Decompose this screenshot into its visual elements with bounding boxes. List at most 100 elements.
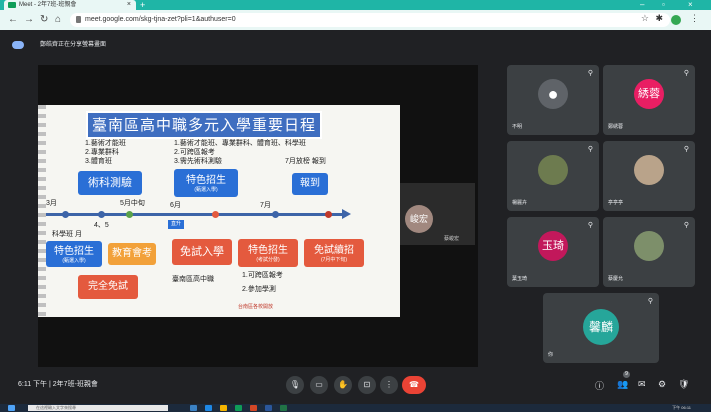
note-result: 7月放榜 報到 bbox=[285, 158, 326, 165]
chrome-icon[interactable] bbox=[235, 405, 242, 411]
participant-count-badge: 9 bbox=[623, 371, 630, 378]
participant-tile[interactable]: ⚲ 亭亭亭 bbox=[603, 141, 695, 211]
participant-name: 亭亭亭 bbox=[608, 200, 624, 206]
file-explorer-icon[interactable] bbox=[220, 405, 227, 411]
people-icon[interactable]: 👥 bbox=[617, 379, 628, 390]
activities-icon[interactable]: ⚙ bbox=[658, 379, 666, 390]
participant-photo-avatar bbox=[634, 231, 664, 261]
tab-meet[interactable]: Meet - 2年7班-班親會 × bbox=[4, 0, 136, 10]
end-call-icon[interactable]: ☎ bbox=[402, 376, 426, 394]
close-window-button[interactable]: × bbox=[688, 0, 693, 10]
bottom-note-a: 臺南區高中職 bbox=[172, 276, 214, 283]
self-avatar: 馨麟 bbox=[583, 309, 619, 345]
mic-icon[interactable]: 🎙 bbox=[286, 376, 304, 394]
participant-name: 不明 bbox=[512, 124, 523, 130]
arts-test-box: 術科測驗 bbox=[78, 171, 142, 195]
slide-title: 臺南區高中職多元入學重要日程表 bbox=[86, 111, 322, 158]
task-view-icon[interactable] bbox=[190, 405, 197, 411]
excel-icon[interactable] bbox=[280, 405, 287, 411]
meet-favicon-icon bbox=[8, 2, 16, 8]
host-controls-icon[interactable]: 🛡 bbox=[678, 379, 689, 390]
profile-avatar[interactable] bbox=[671, 15, 681, 25]
lock-icon bbox=[76, 16, 81, 23]
minimize-button[interactable]: – bbox=[640, 0, 644, 10]
meeting-time: 6:11 下午 | 2年7班-班親會 bbox=[18, 381, 98, 388]
direct-promotion-label: 直升 bbox=[168, 220, 185, 229]
month-7-label: 7月 bbox=[260, 202, 271, 209]
chat-icon[interactable]: ✉ bbox=[638, 379, 646, 390]
month-6-label: 6月 bbox=[170, 202, 181, 209]
maximize-button[interactable]: ▫ bbox=[662, 0, 665, 10]
participant-name: 葉玉琦 bbox=[512, 276, 528, 282]
participant-photo-avatar bbox=[538, 155, 568, 185]
meet-control-bar: 6:11 下午 | 2年7班-班親會 🎙 ▭ ✋ ⊡ ⋮ ☎ ⓘ 9 👥 ✉ ⚙… bbox=[0, 368, 711, 404]
info-icon[interactable]: ⓘ bbox=[595, 379, 604, 392]
participant-tile[interactable]: ⚲ 綉蓉 鄭綉蓉 bbox=[603, 65, 695, 135]
special-recruit-top-box: 特色招生 (甄選入學) bbox=[174, 169, 238, 197]
url-input[interactable]: meet.google.com/skg-tjna-zet?pli=1&authu… bbox=[70, 13, 670, 27]
windows-start-icon[interactable] bbox=[8, 405, 15, 411]
participant-avatar: 玉琦 bbox=[538, 231, 568, 261]
timeline-dot-april bbox=[98, 211, 105, 218]
bottom-small-note: 台南區各校開放 bbox=[238, 304, 274, 310]
pin-icon[interactable]: ⚲ bbox=[684, 145, 689, 153]
pin-icon[interactable]: ⚲ bbox=[588, 221, 593, 229]
education-exam-box: 教育會考 bbox=[108, 243, 156, 265]
speaker-name: 蔡峻宏 bbox=[444, 236, 460, 242]
taskbar-search-input[interactable]: 在這裡輸入文字來搜尋 bbox=[28, 405, 168, 411]
enroll-box: 報到 bbox=[292, 173, 328, 195]
timeline-axis bbox=[46, 213, 346, 216]
pin-icon[interactable]: ⚲ bbox=[648, 297, 653, 305]
timeline-dot-march bbox=[62, 211, 69, 218]
reload-icon[interactable]: ↻ bbox=[40, 13, 48, 27]
self-name: 你 bbox=[548, 352, 554, 358]
participant-tile[interactable]: ⚲ 蔡慶允 bbox=[603, 217, 695, 287]
word-icon[interactable] bbox=[265, 405, 272, 411]
new-tab-button[interactable]: + bbox=[140, 0, 145, 10]
edge-icon[interactable] bbox=[205, 405, 212, 411]
pin-icon[interactable]: ⚲ bbox=[588, 69, 593, 77]
free-continue-box: 免試續招 (7月中下旬) bbox=[304, 239, 364, 267]
timeline-arrow-icon bbox=[342, 209, 351, 219]
back-icon[interactable]: ← bbox=[8, 13, 18, 27]
month-45-label: 4、5 bbox=[94, 222, 109, 229]
default-avatar-icon: ● bbox=[538, 79, 568, 109]
home-icon[interactable]: ⌂ bbox=[55, 13, 61, 27]
tab-close-button[interactable]: × bbox=[127, 0, 131, 10]
raise-hand-icon[interactable]: ✋ bbox=[334, 376, 352, 394]
meet-top-bar: 鄭皓齊正在分享螢幕畫面 bbox=[0, 30, 711, 58]
participant-name: 蔡慶允 bbox=[608, 276, 624, 282]
pin-icon[interactable]: ⚲ bbox=[588, 145, 593, 153]
special-recruit-exam-box: 特色招生 (考試分發) bbox=[238, 239, 298, 267]
self-view-tile[interactable]: ⚲ 馨麟 你 bbox=[543, 293, 659, 363]
month-3-label: 3月 bbox=[46, 200, 57, 207]
note-top-left: 1.藝術才能班 2.專業群科 3.體育班 bbox=[85, 140, 126, 165]
url-text: meet.google.com/skg-tjna-zet?pli=1&authu… bbox=[85, 16, 236, 23]
speaker-avatar: 峻宏 bbox=[405, 205, 433, 233]
timeline-dot-may bbox=[126, 211, 133, 218]
bookmark-star-icon[interactable]: ☆ bbox=[641, 13, 649, 24]
browser-menu-icon[interactable]: ⋮ bbox=[690, 13, 699, 24]
forward-icon[interactable]: → bbox=[24, 13, 34, 27]
pin-icon[interactable]: ⚲ bbox=[684, 69, 689, 77]
presenting-indicator-icon bbox=[12, 41, 24, 49]
timeline-dot-july bbox=[272, 211, 279, 218]
participant-name: 鄭綉蓉 bbox=[608, 124, 624, 130]
camera-icon[interactable]: ▭ bbox=[310, 376, 328, 394]
more-options-icon[interactable]: ⋮ bbox=[380, 376, 398, 394]
present-icon[interactable]: ⊡ bbox=[358, 376, 376, 394]
presentation-slide: 臺南區高中職多元入學重要日程表 1.藝術才能班 2.專業群科 3.體育班 1.藝… bbox=[38, 105, 400, 317]
science-class-label: 科學班 月 bbox=[52, 231, 82, 238]
speaker-tile[interactable]: 峻宏 蔡峻宏 bbox=[400, 183, 475, 245]
browser-tab-strip: Meet - 2年7班-班親會 × + – ▫ × bbox=[0, 0, 711, 10]
timeline-dot-late-july bbox=[325, 211, 332, 218]
windows-taskbar: 在這裡輸入文字來搜尋 下午 06:11 bbox=[0, 404, 711, 412]
participant-tile[interactable]: ⚲ ● 不明 bbox=[507, 65, 599, 135]
participant-avatar: 綉蓉 bbox=[634, 79, 664, 109]
participant-photo-avatar bbox=[634, 155, 664, 185]
extensions-icon[interactable]: ✱ bbox=[655, 13, 663, 24]
participant-tile[interactable]: ⚲ 楊麗卉 bbox=[507, 141, 599, 211]
powerpoint-icon[interactable] bbox=[250, 405, 257, 411]
participant-tile[interactable]: ⚲ 玉琦 葉玉琦 bbox=[507, 217, 599, 287]
pin-icon[interactable]: ⚲ bbox=[684, 221, 689, 229]
